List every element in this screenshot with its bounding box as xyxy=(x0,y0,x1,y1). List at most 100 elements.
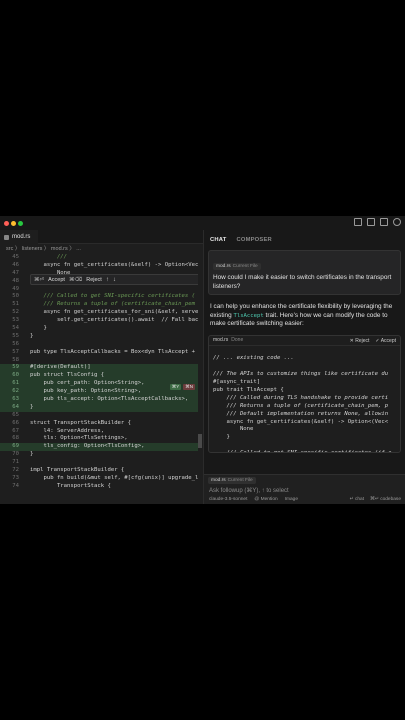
code-line[interactable]: 60 pub struct TlsConfig { xyxy=(0,372,203,381)
line-number: 67 xyxy=(12,427,19,434)
toggle-sidebar-icon[interactable] xyxy=(354,218,362,226)
code-line[interactable]: 69 tls_config: Option<TlsConfig>, xyxy=(0,443,203,452)
chip-file-name: mod.rs xyxy=(216,264,231,269)
reject-shortcut: ⌘⌫ xyxy=(68,276,83,283)
accept-suggestion-button[interactable]: ✓ Accept xyxy=(375,336,396,346)
suggested-code-line: } xyxy=(213,434,230,441)
minimize-window-button[interactable] xyxy=(11,221,16,226)
send-chat-button[interactable]: ↵ chat xyxy=(350,497,364,502)
code-line[interactable]: 51 /// Returns a tuple of (certificate_c… xyxy=(0,301,203,309)
line-number: 68 xyxy=(12,435,19,442)
code-line[interactable]: 52 async fn get_certificates_for_sni(&se… xyxy=(0,309,203,317)
input-toolbar: claude-3.5-sonnet @ Mention Image ↵ chat… xyxy=(209,497,401,502)
code-block-file[interactable]: mod.rs xyxy=(213,337,228,343)
reject-suggestion-button[interactable]: ✕ Reject xyxy=(350,336,370,346)
toggle-panel-icon[interactable] xyxy=(367,218,375,226)
scrollbar-thumb[interactable] xyxy=(198,434,202,448)
tab-composer[interactable]: COMPOSER xyxy=(236,237,271,243)
line-number: 51 xyxy=(12,301,19,308)
code-line[interactable]: 65 xyxy=(0,412,203,420)
context-file-chip[interactable]: mod.rs Current File xyxy=(213,263,261,270)
code-line[interactable]: 63 pub tls_accept: Option<TlsAcceptCallb… xyxy=(0,396,203,404)
code-line[interactable]: 45 /// xyxy=(0,254,203,262)
mention-button[interactable]: @ Mention xyxy=(254,497,277,502)
breadcrumb[interactable]: src 〉 listeners 〉 mod.rs 〉 ... xyxy=(0,244,203,254)
reject-diff-button[interactable]: Reject xyxy=(86,277,102,283)
code-line[interactable]: 50 /// Called to get SNI-specific certif… xyxy=(0,293,203,301)
code-block-actions: ✕ Reject ✓ Accept xyxy=(350,336,396,346)
suggested-code-line: #[async_trait] xyxy=(213,379,261,386)
followup-input[interactable]: Ask followup (⌘Y), ↑ to select xyxy=(209,487,289,494)
maximize-window-button[interactable] xyxy=(18,221,23,226)
chat-panel: CHAT COMPOSER mod.rs Current File How co… xyxy=(203,230,405,504)
line-number: 61 xyxy=(12,380,19,387)
line-code: impl TransportStackBuilder { xyxy=(30,467,125,474)
gear-icon[interactable] xyxy=(393,218,401,226)
input-context-chip[interactable]: mod.rs Current File xyxy=(208,477,256,484)
code-line[interactable]: 49 xyxy=(0,286,203,294)
code-line[interactable]: 57 pub type TlsAcceptCallbacks = Box<dyn … xyxy=(0,349,203,357)
accept-diff-button[interactable]: Accept xyxy=(48,277,65,283)
previous-change-icon[interactable]: ↑ xyxy=(106,277,109,283)
line-code: l4: ServerAddress, xyxy=(30,427,105,434)
line-number: 46 xyxy=(12,261,19,268)
line-code: #[derive(Default)] xyxy=(30,364,91,371)
accept-hunk-button[interactable]: ⌘Y xyxy=(169,384,182,390)
suggested-code-line xyxy=(213,363,396,371)
code-line[interactable]: 53 self.get_certificates().await // Fall… xyxy=(0,317,203,325)
line-number: 50 xyxy=(12,293,19,300)
code-line[interactable]: 72 impl TransportStackBuilder { xyxy=(0,467,203,475)
code-line[interactable]: 67 l4: ServerAddress, xyxy=(0,428,203,436)
next-change-icon[interactable]: ↓ xyxy=(113,277,116,283)
code-lines[interactable]: 45 ///46 async fn get_certificates(&self… xyxy=(0,254,203,491)
line-number: 72 xyxy=(12,467,19,474)
line-code: pub key_path: Option<String>, xyxy=(30,388,142,395)
model-selector[interactable]: claude-3.5-sonnet xyxy=(209,497,247,502)
line-code: tls: Option<TlsSettings>, xyxy=(30,435,128,442)
line-number: 64 xyxy=(12,403,19,410)
line-number: 57 xyxy=(12,348,19,355)
line-code: /// Returns a tuple of (certificate_chai… xyxy=(30,301,196,308)
code-block-status: Done xyxy=(231,337,244,343)
line-code: } xyxy=(30,325,47,332)
line-number: 55 xyxy=(12,332,19,339)
editor-app-window: mod.rs src 〉 listeners 〉 mod.rs 〉 ... 45… xyxy=(0,216,405,504)
suggested-code-line: /// Returns a tuple of (certificate_chai… xyxy=(213,402,389,409)
code-line[interactable]: 58 xyxy=(0,357,203,365)
line-number: 58 xyxy=(12,356,19,363)
line-number: 45 xyxy=(12,254,19,260)
send-codebase-button[interactable]: ⌘↵ codebase xyxy=(370,497,401,502)
code-line[interactable]: 66 struct TransportStackBuilder { xyxy=(0,420,203,428)
suggested-code-line: async fn get_certificates(&self) -> Opti… xyxy=(213,418,389,425)
close-window-button[interactable] xyxy=(4,221,9,226)
line-number: 59 xyxy=(12,364,19,371)
code-line[interactable]: 54 } xyxy=(0,325,203,333)
code-line[interactable]: 70} xyxy=(0,451,203,459)
layout-controls xyxy=(354,218,401,226)
tab-mod-rs[interactable]: mod.rs xyxy=(0,230,39,244)
tab-chat[interactable]: CHAT xyxy=(210,237,226,243)
line-number: 47 xyxy=(12,269,19,276)
code-line[interactable]: 55} xyxy=(0,333,203,341)
toggle-secondary-sidebar-icon[interactable] xyxy=(380,218,388,226)
line-number: 48 xyxy=(12,277,19,284)
suggested-code-line: None xyxy=(213,426,254,433)
code-line[interactable]: 59 #[derive(Default)] xyxy=(0,364,203,373)
line-code: } xyxy=(30,451,34,458)
suggested-code-line: // ... existing code ... xyxy=(213,355,294,362)
code-line[interactable]: 64} xyxy=(0,403,203,412)
suggested-code-line xyxy=(213,442,396,450)
followup-input-area[interactable]: mod.rs Current File Ask followup (⌘Y), ↑… xyxy=(204,474,405,504)
reject-hunk-button[interactable]: ⌘N xyxy=(183,384,195,390)
image-button[interactable]: Image xyxy=(285,497,298,502)
code-line[interactable]: 71 xyxy=(0,459,203,467)
code-line[interactable]: 68 tls: Option<TlsSettings>, xyxy=(0,435,203,443)
code-line[interactable]: 46 async fn get_certificates(&self) -> O… xyxy=(0,262,203,270)
hunk-actions: ⌘Y ⌘N xyxy=(169,384,195,390)
code-line[interactable]: 74 TransportStack { xyxy=(0,483,203,491)
code-line[interactable]: 73 pub fn build(&mut self, #[cfg(unix)] … xyxy=(0,475,203,483)
line-number: 66 xyxy=(12,419,19,426)
code-line[interactable]: 56 xyxy=(0,341,203,349)
line-number: 65 xyxy=(12,411,19,418)
line-number: 63 xyxy=(12,396,19,403)
